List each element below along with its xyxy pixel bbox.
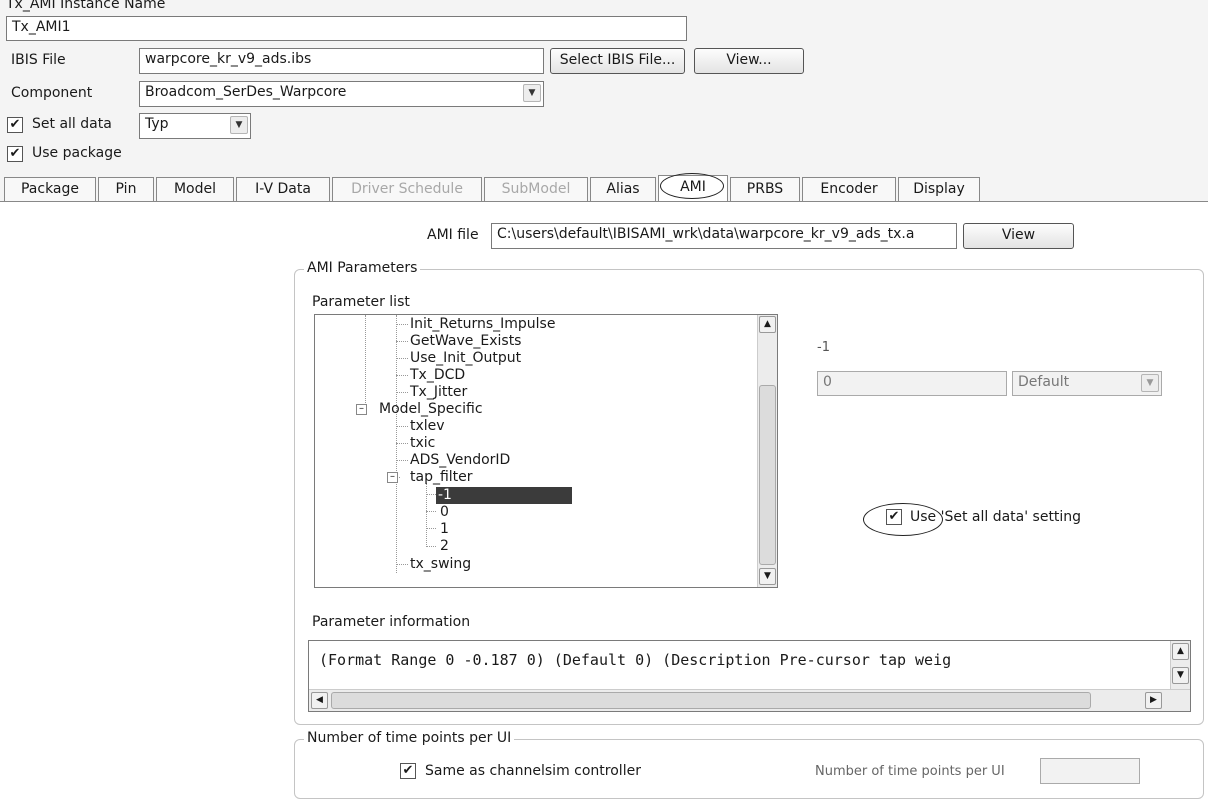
parameter-mode-select[interactable]: Default ▼	[1012, 371, 1162, 396]
tab-display[interactable]: Display	[898, 177, 980, 202]
component-value: Broadcom_SerDes_Warpcore	[145, 84, 347, 100]
tree-node[interactable]: GetWave_Exists	[410, 333, 521, 350]
ami-file-input[interactable]: C:\users\default\IBISAMI_wrk\data\warpco…	[491, 223, 957, 249]
chevron-down-icon[interactable]: ▼	[523, 84, 541, 102]
tab-submodel[interactable]: SubModel	[484, 177, 588, 202]
tree-node[interactable]: txlev	[410, 418, 445, 435]
scroll-up-icon[interactable]: ▲	[1172, 643, 1189, 660]
scroll-down-icon[interactable]: ▼	[1172, 667, 1189, 684]
set-all-data-value: Typ	[145, 116, 169, 132]
collapse-icon[interactable]: –	[387, 472, 398, 483]
ami-parameters-title: AMI Parameters	[304, 260, 421, 276]
tree-node[interactable]: txic	[410, 435, 435, 452]
info-horizontal-scrollbar[interactable]: ◀ ▶	[309, 689, 1190, 711]
select-ibis-file-button[interactable]: Select IBIS File...	[550, 48, 685, 74]
chevron-down-icon[interactable]: ▼	[230, 116, 248, 134]
tab-model[interactable]: Model	[156, 177, 234, 202]
ami-file-label: AMI file	[427, 227, 479, 243]
parameter-list-label: Parameter list	[312, 294, 410, 310]
ibis-file-label: IBIS File	[11, 52, 66, 68]
use-package-label: Use package	[32, 145, 122, 161]
component-label: Component	[11, 85, 93, 101]
tree-node[interactable]: tx_swing	[410, 556, 471, 573]
tree-node[interactable]: 2	[440, 538, 449, 555]
tree-node[interactable]: Model_Specific	[379, 401, 483, 418]
same-as-channelsim-label: Same as channelsim controller	[425, 763, 641, 779]
parameter-information-label: Parameter information	[312, 614, 471, 630]
ami-tab-highlight	[660, 173, 724, 199]
scroll-right-icon[interactable]: ▶	[1145, 692, 1162, 709]
use-setting-highlight	[863, 503, 943, 536]
instance-name-label: Tx_AMI Instance Name	[6, 0, 166, 12]
parameter-value-input[interactable]: 0	[817, 371, 1007, 396]
tree-node[interactable]: Init_Returns_Impulse	[410, 316, 555, 333]
ibis-file-input[interactable]: warpcore_kr_v9_ads.ibs	[139, 48, 544, 74]
view-ami-button[interactable]: View	[963, 223, 1074, 249]
scroll-left-icon[interactable]: ◀	[311, 692, 328, 709]
set-all-data-checkbox[interactable]: ✔	[7, 117, 23, 133]
tree-node-selected[interactable]: -1	[436, 487, 572, 504]
component-select[interactable]: Broadcom_SerDes_Warpcore ▼	[139, 81, 544, 107]
parameter-tree[interactable]: Init_Returns_Impulse GetWave_Exists Use_…	[314, 314, 778, 588]
tree-node[interactable]: Tx_Jitter	[410, 384, 467, 401]
time-points-input[interactable]	[1040, 758, 1140, 784]
parameter-information-text: (Format Range 0 -0.187 0) (Default 0) (D…	[319, 651, 952, 669]
chevron-down-icon[interactable]: ▼	[1141, 374, 1159, 392]
set-all-data-select[interactable]: Typ ▼	[139, 113, 251, 139]
selected-parameter-name: -1	[817, 340, 830, 355]
tree-vertical-scrollbar[interactable]: ▲ ▼	[757, 315, 777, 587]
tab-driver-schedule[interactable]: Driver Schedule	[332, 177, 482, 202]
tab-prbs[interactable]: PRBS	[730, 177, 800, 202]
same-as-channelsim-checkbox[interactable]: ✔	[400, 763, 416, 779]
time-points-field-label: Number of time points per UI	[815, 764, 1005, 779]
tree-node[interactable]: Use_Init_Output	[410, 350, 521, 367]
tab-package[interactable]: Package	[4, 177, 96, 202]
scroll-down-icon[interactable]: ▼	[759, 568, 776, 585]
tree-node[interactable]: 1	[440, 521, 449, 538]
tab-alias[interactable]: Alias	[590, 177, 656, 202]
set-all-data-label: Set all data	[32, 116, 112, 132]
tab-encoder[interactable]: Encoder	[802, 177, 896, 202]
info-vertical-scrollbar[interactable]: ▲ ▼	[1170, 641, 1190, 689]
instance-name-input[interactable]: Tx_AMI1	[6, 16, 687, 41]
view-ibis-button[interactable]: View...	[694, 48, 804, 74]
parameter-mode-value: Default	[1018, 374, 1070, 390]
collapse-icon[interactable]: –	[356, 404, 367, 415]
scroll-thumb[interactable]	[759, 385, 776, 565]
tab-pin[interactable]: Pin	[98, 177, 154, 202]
time-points-title: Number of time points per UI	[304, 730, 515, 746]
scroll-up-icon[interactable]: ▲	[759, 316, 776, 333]
tree-node[interactable]: ADS_VendorID	[410, 452, 510, 469]
parameter-information-box[interactable]: (Format Range 0 -0.187 0) (Default 0) (D…	[308, 640, 1191, 712]
tree-node[interactable]: 0	[440, 504, 449, 521]
tree-node[interactable]: Tx_DCD	[410, 367, 465, 384]
scroll-thumb[interactable]	[331, 692, 1091, 709]
tree-node[interactable]: tap_filter	[410, 469, 473, 486]
use-package-checkbox[interactable]: ✔	[7, 146, 23, 162]
tab-iv-data[interactable]: I-V Data	[236, 177, 330, 202]
